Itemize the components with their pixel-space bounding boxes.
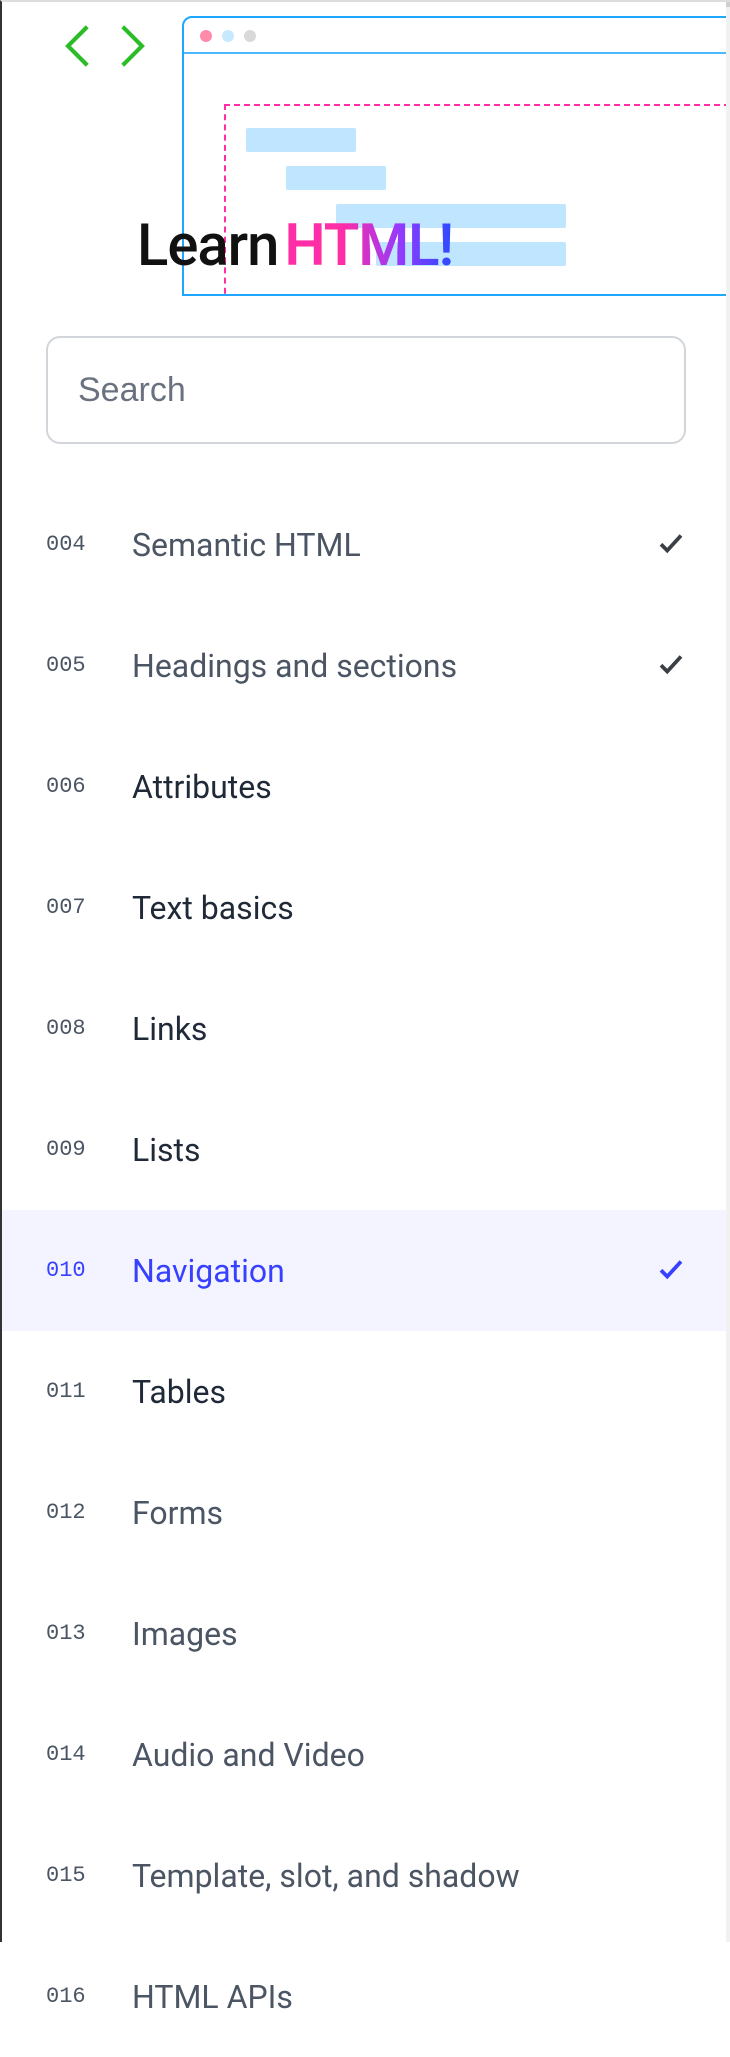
check-icon xyxy=(656,528,686,562)
history-nav xyxy=(62,24,148,72)
toc-item[interactable]: 008Links xyxy=(2,968,730,1089)
toc-item-label: Text basics xyxy=(132,889,686,927)
toc-item-label: Template, slot, and shadow xyxy=(132,1857,686,1895)
toc-item-label: Images xyxy=(132,1615,686,1653)
toc-item-number: 015 xyxy=(46,1863,132,1888)
toc-item-label: Semantic HTML xyxy=(132,526,656,564)
toc-item[interactable]: 015Template, slot, and shadow xyxy=(2,1815,730,1936)
toc-item[interactable]: 012Forms xyxy=(2,1452,730,1573)
toc-item-number: 011 xyxy=(46,1379,132,1404)
toc-item-number: 006 xyxy=(46,774,132,799)
toc-item-number: 007 xyxy=(46,895,132,920)
toc-item-number: 005 xyxy=(46,653,132,678)
back-icon[interactable] xyxy=(62,24,96,72)
toc-item-number: 016 xyxy=(46,1984,132,2009)
page-title: Learn HTML! xyxy=(137,212,453,280)
toc-item-label: Forms xyxy=(132,1494,686,1532)
toc-item-number: 004 xyxy=(46,532,132,557)
toc-item[interactable]: 007Text basics xyxy=(2,847,730,968)
toc-item-number: 008 xyxy=(46,1016,132,1041)
hero-banner: Learn HTML! xyxy=(2,2,730,292)
toc-item[interactable]: 009Lists xyxy=(2,1089,730,1210)
toc-item[interactable]: 005Headings and sections xyxy=(2,605,730,726)
toc-item[interactable]: 004Semantic HTML xyxy=(2,484,730,605)
toc-item-label: Links xyxy=(132,1010,686,1048)
toc-item-label: Tables xyxy=(132,1373,686,1411)
toc-item[interactable]: 011Tables xyxy=(2,1331,730,1452)
toc-item-label: Audio and Video xyxy=(132,1736,686,1774)
check-icon xyxy=(656,1254,686,1288)
toc-item-label: Navigation xyxy=(132,1252,656,1290)
toc-item-number: 009 xyxy=(46,1137,132,1162)
toc-item-label: Attributes xyxy=(132,768,686,806)
toc-item[interactable]: 013Images xyxy=(2,1573,730,1694)
check-icon xyxy=(656,649,686,683)
toc-item-number: 013 xyxy=(46,1621,132,1646)
toc-item-number: 010 xyxy=(46,1258,132,1283)
toc-item-number: 012 xyxy=(46,1500,132,1525)
toc-item-label: Headings and sections xyxy=(132,647,656,685)
window-dots-icon xyxy=(200,30,256,42)
page-title-plain: Learn xyxy=(137,212,278,280)
page-title-accent: HTML! xyxy=(284,212,453,280)
search-input[interactable] xyxy=(46,336,686,444)
toc-item[interactable]: 006Attributes xyxy=(2,726,730,847)
toc-item-number: 014 xyxy=(46,1742,132,1767)
toc-item[interactable]: 010Navigation xyxy=(2,1210,730,1331)
toc-item[interactable]: 014Audio and Video xyxy=(2,1694,730,1815)
toc-item-label: HTML APIs xyxy=(132,1978,686,2016)
forward-icon[interactable] xyxy=(114,24,148,72)
table-of-contents: 004Semantic HTML005Headings and sections… xyxy=(2,484,730,2057)
scrollbar-track[interactable] xyxy=(726,2,730,1942)
toc-item[interactable]: 016HTML APIs xyxy=(2,1936,730,2057)
toc-item-label: Lists xyxy=(132,1131,686,1169)
